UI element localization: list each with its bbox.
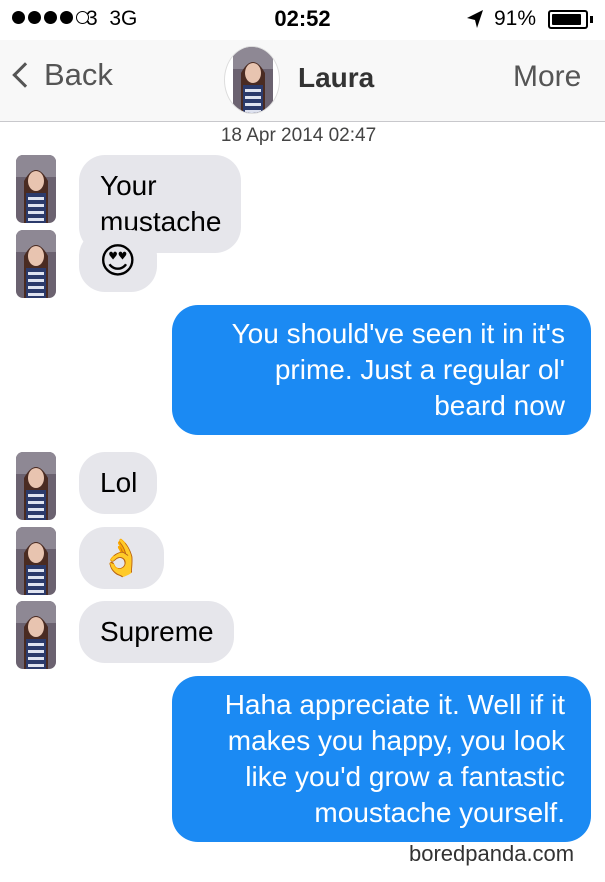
back-button[interactable]: Back <box>10 57 113 93</box>
message-line: moustache yourself. <box>314 797 565 828</box>
message-bubble[interactable]: Haha appreciate it. Well if it makes you… <box>172 676 591 842</box>
battery-fill <box>552 14 582 25</box>
location-arrow-icon <box>467 10 483 28</box>
message-line: makes you happy, you look <box>227 725 565 756</box>
heart-eyes-emoji-icon[interactable]: 😍 <box>79 230 157 292</box>
message-bubble[interactable]: Lol <box>79 452 158 514</box>
ok-hand-emoji-icon[interactable]: 👌 <box>79 527 164 589</box>
sender-avatar[interactable] <box>16 452 56 520</box>
message-line: like you'd grow a fantastic <box>245 761 565 792</box>
contact-avatar[interactable] <box>224 46 280 114</box>
back-label: Back <box>44 57 113 92</box>
message-bubble[interactable]: You should've seen it in it's prime. Jus… <box>172 305 591 435</box>
conversation-header: Back Laura More <box>0 40 605 122</box>
sender-avatar[interactable] <box>16 230 56 298</box>
sender-avatar[interactable] <box>16 527 56 595</box>
chevron-left-icon <box>12 62 38 88</box>
battery-nub <box>590 16 593 23</box>
conversation-timestamp: 18 Apr 2014 02:47 <box>220 125 377 146</box>
sender-avatar[interactable] <box>16 601 56 669</box>
message-line: prime. Just a regular ol' <box>274 354 565 385</box>
watermark: boredpanda.com <box>409 841 575 866</box>
battery-icon <box>548 10 588 29</box>
message-line: beard now <box>434 390 565 421</box>
message-bubble[interactable]: Supreme <box>79 601 234 663</box>
message-line: You should've seen it in it's <box>231 318 565 349</box>
message-line: Haha appreciate it. Well if it <box>224 689 565 720</box>
contact-name[interactable]: Laura <box>298 62 374 94</box>
more-button[interactable]: More <box>513 60 581 94</box>
sender-avatar[interactable] <box>16 155 56 223</box>
battery-percent: 91% <box>494 7 537 30</box>
status-bar: 3 3G 02:52 91% <box>0 0 605 40</box>
